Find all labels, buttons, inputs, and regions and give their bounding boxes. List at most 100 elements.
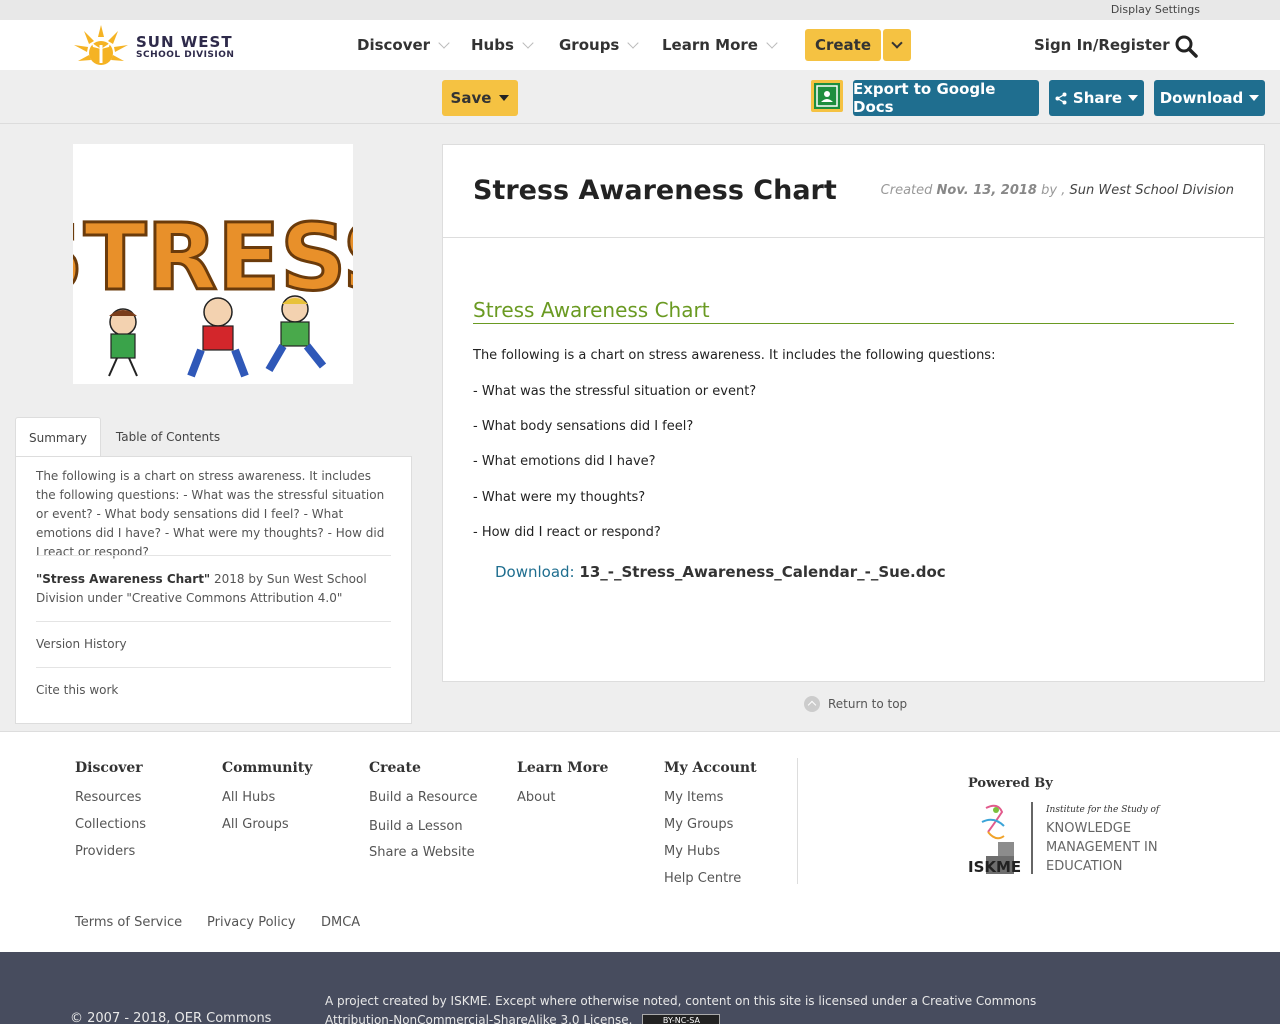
iskme-mark: ISKME [968, 858, 1021, 876]
nav-learn-more[interactable]: Learn More [662, 36, 778, 54]
content-paragraph: - What body sensations did I feel? [473, 419, 694, 434]
footer-link-about[interactable]: About [517, 790, 608, 805]
iskme-tagline: Institute for the Study of [1045, 805, 1161, 815]
download-link-label[interactable]: Download: [495, 563, 575, 581]
return-to-top[interactable]: Return to top [804, 696, 907, 712]
download-filename[interactable]: 13_-_Stress_Awareness_Calendar_-_Sue.doc [579, 563, 945, 581]
footer-link-all-hubs[interactable]: All Hubs [222, 790, 312, 805]
divider [36, 621, 391, 622]
caret-down-icon [1249, 95, 1260, 101]
created-meta: Created Nov. 13, 2018 by , Sun West Scho… [881, 183, 1234, 198]
footer-link-providers[interactable]: Providers [75, 844, 146, 859]
footer-link-resources[interactable]: Resources [75, 790, 146, 805]
footer-link-all-groups[interactable]: All Groups [222, 817, 312, 832]
footer-link-my-groups[interactable]: My Groups [664, 817, 757, 832]
section-rule [473, 323, 1234, 324]
footer-link-build-resource[interactable]: Build a Resource [369, 790, 477, 805]
bottom-bar: © 2007 - 2018, OER Commons A project cre… [0, 952, 1280, 1024]
chevron-down-icon [522, 37, 534, 49]
footer-col-discover: Discover Resources Collections Providers [75, 760, 146, 859]
chevron-down-icon [627, 37, 640, 49]
export-google-docs-button[interactable]: Export to Google Docs [853, 80, 1039, 116]
nav-label: Hubs [471, 36, 514, 54]
iskme-figure-icon: ISKME [968, 804, 1021, 876]
arrow-up-icon [804, 696, 820, 712]
footer-heading: Learn More [517, 760, 609, 776]
created-date: Nov. 13, 2018 [936, 183, 1037, 198]
create-menu-toggle[interactable] [883, 29, 911, 61]
summary-description: The following is a chart on stress aware… [36, 469, 385, 559]
footer-heading: Create [369, 760, 421, 776]
save-button[interactable]: Save [442, 80, 518, 116]
cite-work-link[interactable]: Cite this work [36, 681, 391, 700]
divider [36, 667, 391, 668]
attribution-title: "Stress Awareness Chart" [36, 572, 211, 586]
chevron-down-icon [766, 37, 778, 49]
nav-groups[interactable]: Groups [559, 36, 640, 54]
resource-tabs: Summary Table of Contents [15, 417, 412, 457]
resource-thumbnail: STRESS [73, 144, 353, 384]
nav-discover[interactable]: Discover [357, 36, 450, 54]
attribution: "Stress Awareness Chart" 2018 by Sun Wes… [36, 570, 391, 608]
footer-heading: Community [222, 760, 313, 776]
content-paragraph: The following is a chart on stress aware… [473, 348, 996, 363]
download-label: Download [1159, 89, 1244, 107]
footer-link-my-items[interactable]: My Items [664, 790, 757, 805]
footer-link-help-centre[interactable]: Help Centre [664, 871, 757, 886]
created-label: Created [880, 183, 933, 198]
iskme-logo[interactable]: ISKME Institute for the Study of KNOWLED… [968, 802, 1173, 882]
caret-down-icon [499, 95, 510, 101]
sun-west-logo[interactable]: SUN WEST SCHOOL DIVISION [70, 20, 240, 70]
dmca-link[interactable]: DMCA [321, 915, 360, 930]
footer-link-my-hubs[interactable]: My Hubs [664, 844, 757, 859]
create-button[interactable]: Create [805, 29, 881, 61]
footer-link-share-website[interactable]: Share a Website [369, 845, 477, 860]
terms-of-service-link[interactable]: Terms of Service [75, 915, 182, 930]
save-label: Save [450, 89, 492, 107]
download-button[interactable]: Download [1154, 80, 1265, 116]
iskme-line-1: KNOWLEDGE [1046, 821, 1131, 836]
footer-divider [797, 758, 798, 884]
footer-col-create: Create Build a Resource Build a Lesson S… [369, 760, 477, 860]
footer-link-build-lesson[interactable]: Build a Lesson [369, 819, 477, 834]
return-to-top-label: Return to top [828, 697, 908, 711]
nav-hubs[interactable]: Hubs [471, 36, 534, 54]
share-button[interactable]: Share [1049, 80, 1144, 116]
sign-in-link[interactable]: Sign In/Register [1034, 36, 1170, 54]
author-link[interactable]: Sun West School Division [1069, 183, 1234, 198]
footer: Discover Resources Collections Providers… [0, 731, 1280, 952]
utility-bar: Display Settings [0, 0, 1280, 20]
cc-license-badge[interactable]: BY-NC-SA [642, 1013, 721, 1024]
classroom-figure-icon [816, 85, 838, 107]
nav-label: Learn More [662, 36, 758, 54]
content-paragraph: - What were my thoughts? [473, 490, 646, 505]
display-settings-link[interactable]: Display Settings [1111, 3, 1200, 16]
share-label: Share [1072, 89, 1123, 107]
iskme-line-3: EDUCATION [1046, 859, 1122, 874]
version-history-link[interactable]: Version History [36, 635, 391, 654]
divider [36, 555, 391, 556]
google-classroom-icon[interactable] [811, 80, 843, 112]
file-download[interactable]: Download: 13_-_Stress_Awareness_Calendar… [495, 563, 946, 581]
logo-text-secondary: SCHOOL DIVISION [136, 50, 235, 60]
nav-label: Groups [559, 36, 620, 54]
page-title: Stress Awareness Chart [473, 175, 837, 206]
footer-link-collections[interactable]: Collections [75, 817, 146, 832]
resource-content: Stress Awareness Chart Created Nov. 13, … [442, 144, 1265, 682]
by-label: by , [1041, 183, 1066, 198]
tab-summary[interactable]: Summary [15, 417, 101, 457]
content-paragraph: - How did I react or respond? [473, 525, 661, 540]
iskme-line-2: MANAGEMENT IN [1046, 840, 1158, 855]
share-icon [1055, 92, 1067, 104]
logo-text-primary: SUN WEST [136, 33, 233, 51]
nav-label: Discover [357, 36, 431, 54]
footer-col-my-account: My Account My Items My Groups My Hubs He… [664, 760, 757, 886]
tab-table-of-contents[interactable]: Table of Contents [103, 417, 233, 457]
chevron-down-icon [438, 37, 450, 49]
content-paragraph: - What was the stressful situation or ev… [473, 384, 757, 399]
search-icon[interactable] [1174, 34, 1198, 58]
illustration-word: STRESS [73, 204, 353, 311]
footer-col-learn-more: Learn More About [517, 760, 608, 805]
footer-heading: My Account [664, 760, 757, 776]
privacy-policy-link[interactable]: Privacy Policy [207, 915, 296, 930]
